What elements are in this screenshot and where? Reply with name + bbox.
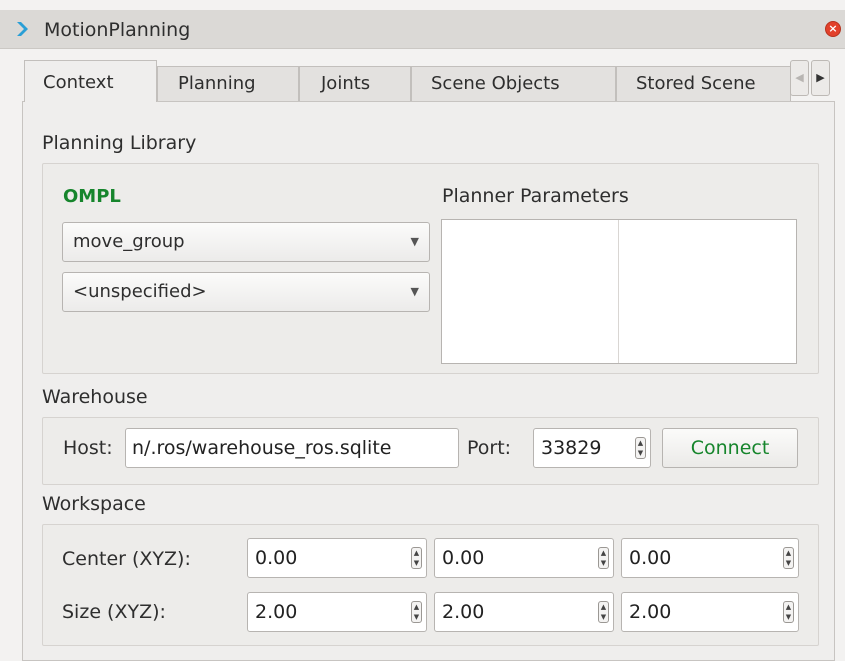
warehouse-label: Warehouse <box>42 386 148 408</box>
title-bar: MotionPlanning <box>0 10 845 49</box>
close-icon[interactable]: × <box>825 21 841 37</box>
arrow-right-icon[interactable]: ▶ <box>811 60 830 96</box>
planning-library-label: Planning Library <box>42 132 197 154</box>
arrow-left-icon[interactable]: ◀ <box>790 60 809 96</box>
tab-scene-objects[interactable]: Scene Objects <box>411 66 616 102</box>
spin-arrows-icon[interactable]: ▲ ▼ <box>783 547 794 569</box>
spin-arrows-icon[interactable]: ▲ ▼ <box>783 601 794 623</box>
center-x-spinbox[interactable]: 0.00 ▲ ▼ <box>247 538 427 578</box>
spin-arrows-icon[interactable]: ▲ ▼ <box>411 601 422 623</box>
chevron-down-icon: ▼ <box>410 285 419 298</box>
size-z-spinbox[interactable]: 2.00 ▲ ▼ <box>621 592 799 632</box>
tab-planning[interactable]: Planning <box>157 66 299 102</box>
tab-context[interactable]: Context <box>24 60 157 102</box>
planner-parameters-table[interactable] <box>441 219 797 364</box>
host-input[interactable]: n/.ros/warehouse_ros.sqlite <box>125 428 459 468</box>
window-title: MotionPlanning <box>44 19 191 41</box>
size-label: Size (XYZ): <box>62 601 166 623</box>
planner-parameters-title: Planner Parameters <box>442 185 629 207</box>
size-x-spinbox[interactable]: 2.00 ▲ ▼ <box>247 592 427 632</box>
spin-arrows-icon[interactable]: ▲ ▼ <box>411 547 422 569</box>
connect-button[interactable]: Connect <box>662 428 798 468</box>
spin-arrows-icon[interactable]: ▲ ▼ <box>598 601 609 623</box>
center-z-spinbox[interactable]: 0.00 ▲ ▼ <box>621 538 799 578</box>
planning-library-name: OMPL <box>63 186 121 207</box>
center-y-spinbox[interactable]: 0.00 ▲ ▼ <box>434 538 614 578</box>
center-label: Center (XYZ): <box>62 548 191 570</box>
spin-arrows-icon[interactable]: ▲ ▼ <box>635 437 646 459</box>
host-label: Host: <box>63 437 113 459</box>
rviz-chevron-icon <box>17 22 28 36</box>
port-spinbox[interactable]: 33829 ▲ ▼ <box>533 428 651 468</box>
tab-stored-scenes[interactable]: Stored Scene <box>616 66 791 102</box>
planner-select[interactable]: <unspecified> ▼ <box>62 272 430 312</box>
spin-arrows-icon[interactable]: ▲ ▼ <box>598 547 609 569</box>
workspace-label: Workspace <box>42 493 146 515</box>
size-y-spinbox[interactable]: 2.00 ▲ ▼ <box>434 592 614 632</box>
table-column-divider <box>618 220 619 363</box>
chevron-down-icon: ▼ <box>410 235 419 248</box>
tab-joints[interactable]: Joints <box>299 66 411 102</box>
planning-group-select[interactable]: move_group ▼ <box>62 222 430 262</box>
port-label: Port: <box>467 437 512 459</box>
